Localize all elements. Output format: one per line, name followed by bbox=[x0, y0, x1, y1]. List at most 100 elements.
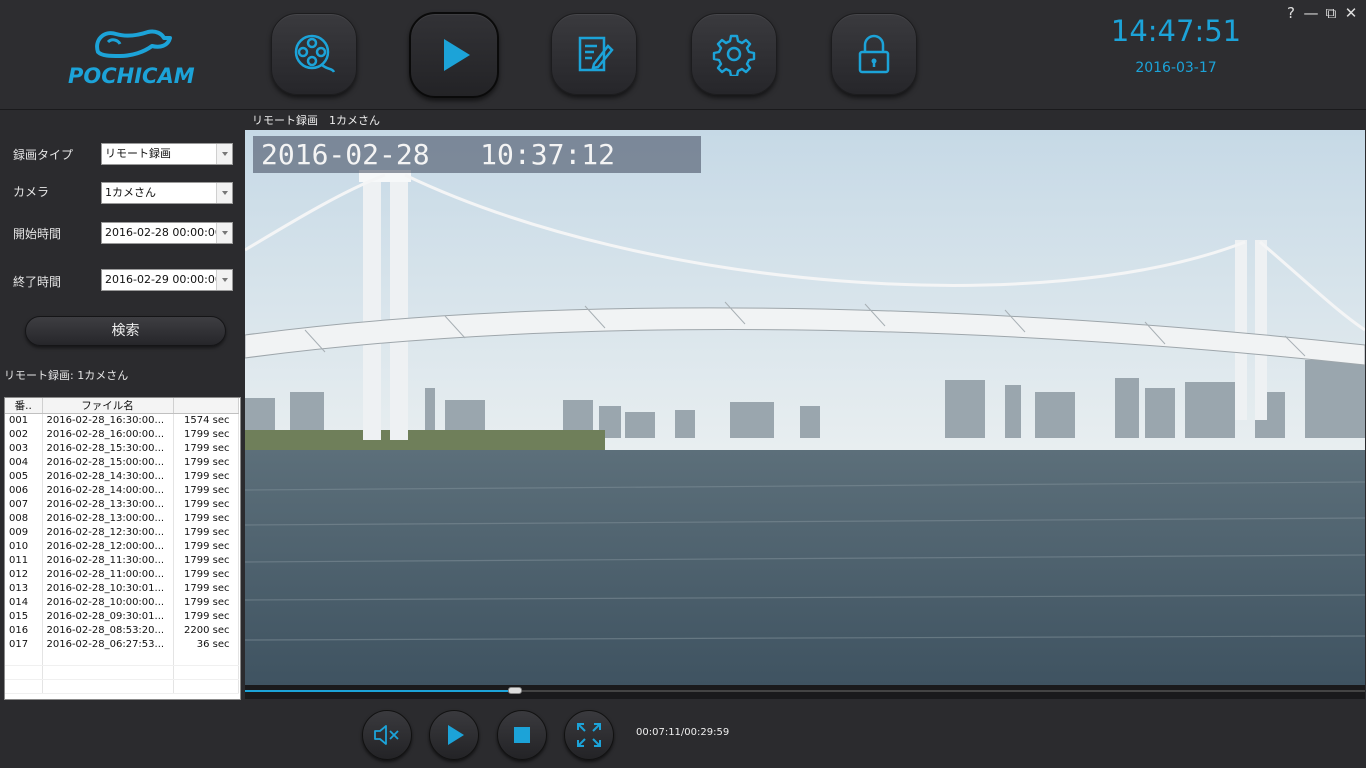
film-reel-icon bbox=[294, 34, 336, 73]
file-row-filename: 2016-02-28_11:00:00... bbox=[42, 567, 174, 582]
camera-select[interactable]: 1カメさん bbox=[101, 182, 233, 204]
file-row[interactable]: 015 2016-02-28_09:30:01... 1799 sec bbox=[5, 609, 239, 624]
close-button[interactable]: ✕ bbox=[1342, 4, 1360, 22]
file-row[interactable]: 008 2016-02-28_13:00:00... 1799 sec bbox=[5, 511, 239, 526]
nav-playback-button[interactable] bbox=[409, 12, 499, 98]
file-row-filename: 2016-02-28_15:00:00... bbox=[42, 455, 174, 470]
search-button[interactable]: 検索 bbox=[25, 316, 226, 346]
restore-button[interactable]: ⧉ bbox=[1322, 4, 1340, 22]
seek-handle[interactable] bbox=[507, 687, 522, 694]
seek-progress bbox=[245, 690, 515, 692]
nav-recordings-button[interactable] bbox=[271, 13, 357, 95]
file-row[interactable]: 001 2016-02-28_16:30:00... 1574 sec bbox=[5, 413, 239, 428]
file-row[interactable]: 009 2016-02-28_12:30:00... 1799 sec bbox=[5, 525, 239, 540]
empty-row bbox=[5, 651, 239, 666]
file-row-filename: 2016-02-28_15:30:00... bbox=[42, 441, 174, 456]
file-row[interactable]: 016 2016-02-28_08:53:20... 2200 sec bbox=[5, 623, 239, 638]
video-frame-image bbox=[245, 130, 1365, 685]
help-button[interactable]: ? bbox=[1282, 4, 1300, 22]
app-window: POCHICAM 14:47:51 2016-03-17 ? — ⧉ ✕ 録画タ… bbox=[0, 0, 1366, 768]
file-row-number: 017 bbox=[5, 637, 43, 652]
file-list[interactable]: 番.. ファイル名 001 2016-02-28_16:30:00... 1574 … bbox=[4, 397, 241, 700]
play-button[interactable] bbox=[429, 710, 479, 760]
file-row-duration: 1799 sec bbox=[173, 595, 239, 610]
speaker-mute-icon bbox=[374, 725, 399, 745]
file-row-filename: 2016-02-28_06:27:53... bbox=[42, 637, 174, 652]
start-time-label: 開始時間 bbox=[13, 227, 62, 241]
file-row[interactable]: 004 2016-02-28_15:00:00... 1799 sec bbox=[5, 455, 239, 470]
file-row-duration: 1574 sec bbox=[173, 413, 239, 428]
file-row-number: 001 bbox=[5, 413, 43, 428]
end-time-label: 終了時間 bbox=[13, 275, 62, 289]
file-row[interactable]: 005 2016-02-28_14:30:00... 1799 sec bbox=[5, 469, 239, 484]
start-time-value: 2016-02-28 00:00:00 bbox=[105, 226, 222, 239]
column-duration-header[interactable] bbox=[173, 398, 239, 414]
nav-lock-button[interactable] bbox=[831, 13, 917, 95]
fullscreen-button[interactable] bbox=[564, 710, 614, 760]
record-type-label: 録画タイプ bbox=[13, 148, 74, 162]
empty-cell bbox=[42, 679, 174, 694]
end-time-picker[interactable]: 2016-02-29 00:00:00 bbox=[101, 269, 233, 291]
seek-bar[interactable] bbox=[245, 685, 1365, 699]
file-row-number: 009 bbox=[5, 525, 43, 540]
file-row-duration: 1799 sec bbox=[173, 525, 239, 540]
chevron-down-icon bbox=[216, 270, 232, 290]
file-row[interactable]: 007 2016-02-28_13:30:00... 1799 sec bbox=[5, 497, 239, 512]
document-edit-icon bbox=[578, 36, 614, 72]
header: POCHICAM 14:47:51 2016-03-17 ? — ⧉ ✕ bbox=[0, 0, 1366, 110]
file-row[interactable]: 003 2016-02-28_15:30:00... 1799 sec bbox=[5, 441, 239, 456]
file-row-duration: 1799 sec bbox=[173, 567, 239, 582]
file-row-number: 010 bbox=[5, 539, 43, 554]
expand-arrows-icon bbox=[577, 723, 601, 747]
file-row[interactable]: 006 2016-02-28_14:00:00... 1799 sec bbox=[5, 483, 239, 498]
lock-icon bbox=[858, 34, 890, 74]
file-row-duration: 1799 sec bbox=[173, 553, 239, 568]
video-viewport[interactable]: 2016-02-28 10:37:12 bbox=[245, 130, 1365, 685]
file-row-number: 012 bbox=[5, 567, 43, 582]
file-row[interactable]: 002 2016-02-28_16:00:00... 1799 sec bbox=[5, 427, 239, 442]
column-filename-header[interactable]: ファイル名 bbox=[42, 398, 174, 414]
file-row[interactable]: 013 2016-02-28_10:30:01... 1799 sec bbox=[5, 581, 239, 596]
mute-button[interactable] bbox=[362, 710, 412, 760]
file-row-number: 011 bbox=[5, 553, 43, 568]
minimize-button[interactable]: — bbox=[1302, 4, 1320, 22]
file-row-filename: 2016-02-28_12:00:00... bbox=[42, 539, 174, 554]
chevron-down-icon bbox=[216, 144, 232, 164]
file-row-number: 003 bbox=[5, 441, 43, 456]
empty-cell bbox=[173, 651, 239, 666]
file-row[interactable]: 010 2016-02-28_12:00:00... 1799 sec bbox=[5, 539, 239, 554]
empty-row bbox=[5, 665, 239, 680]
column-number-header[interactable]: 番.. bbox=[5, 398, 43, 414]
search-panel: 録画タイプ リモート録画 カメラ 1カメさん 開始時間 2016-02-28 0… bbox=[0, 111, 244, 701]
file-table-header: 番.. ファイル名 bbox=[5, 398, 239, 414]
file-row-number: 014 bbox=[5, 595, 43, 610]
file-row-filename: 2016-02-28_10:00:00... bbox=[42, 595, 174, 610]
file-row[interactable]: 014 2016-02-28_10:00:00... 1799 sec bbox=[5, 595, 239, 610]
file-row-number: 013 bbox=[5, 581, 43, 596]
empty-row bbox=[5, 679, 239, 694]
file-row-number: 015 bbox=[5, 609, 43, 624]
empty-cell bbox=[5, 679, 43, 694]
file-row[interactable]: 017 2016-02-28_06:27:53... 36 sec bbox=[5, 637, 239, 652]
file-row-number: 002 bbox=[5, 427, 43, 442]
file-row[interactable]: 012 2016-02-28_11:00:00... 1799 sec bbox=[5, 567, 239, 582]
file-row-filename: 2016-02-28_08:53:20... bbox=[42, 623, 174, 638]
nav-log-button[interactable] bbox=[551, 13, 637, 95]
stop-button[interactable] bbox=[497, 710, 547, 760]
start-time-picker[interactable]: 2016-02-28 00:00:00 bbox=[101, 222, 233, 244]
file-row-filename: 2016-02-28_10:30:01... bbox=[42, 581, 174, 596]
record-type-select[interactable]: リモート録画 bbox=[101, 143, 233, 165]
file-table-body: 001 2016-02-28_16:30:00... 1574 sec 002 2016… bbox=[5, 413, 239, 694]
file-row[interactable]: 011 2016-02-28_11:30:00... 1799 sec bbox=[5, 553, 239, 568]
file-row-duration: 1799 sec bbox=[173, 609, 239, 624]
file-row-duration: 1799 sec bbox=[173, 469, 239, 484]
nav-settings-button[interactable] bbox=[691, 13, 777, 95]
empty-cell bbox=[173, 665, 239, 680]
file-row-duration: 1799 sec bbox=[173, 511, 239, 526]
chevron-down-icon bbox=[216, 183, 232, 203]
camera-value: 1カメさん bbox=[105, 186, 156, 199]
playback-time: 00:07:11/00:29:59 bbox=[636, 727, 730, 738]
file-list-title: リモート録画: 1カメさん bbox=[4, 369, 129, 382]
chevron-down-icon bbox=[216, 223, 232, 243]
file-row-duration: 2200 sec bbox=[173, 623, 239, 638]
